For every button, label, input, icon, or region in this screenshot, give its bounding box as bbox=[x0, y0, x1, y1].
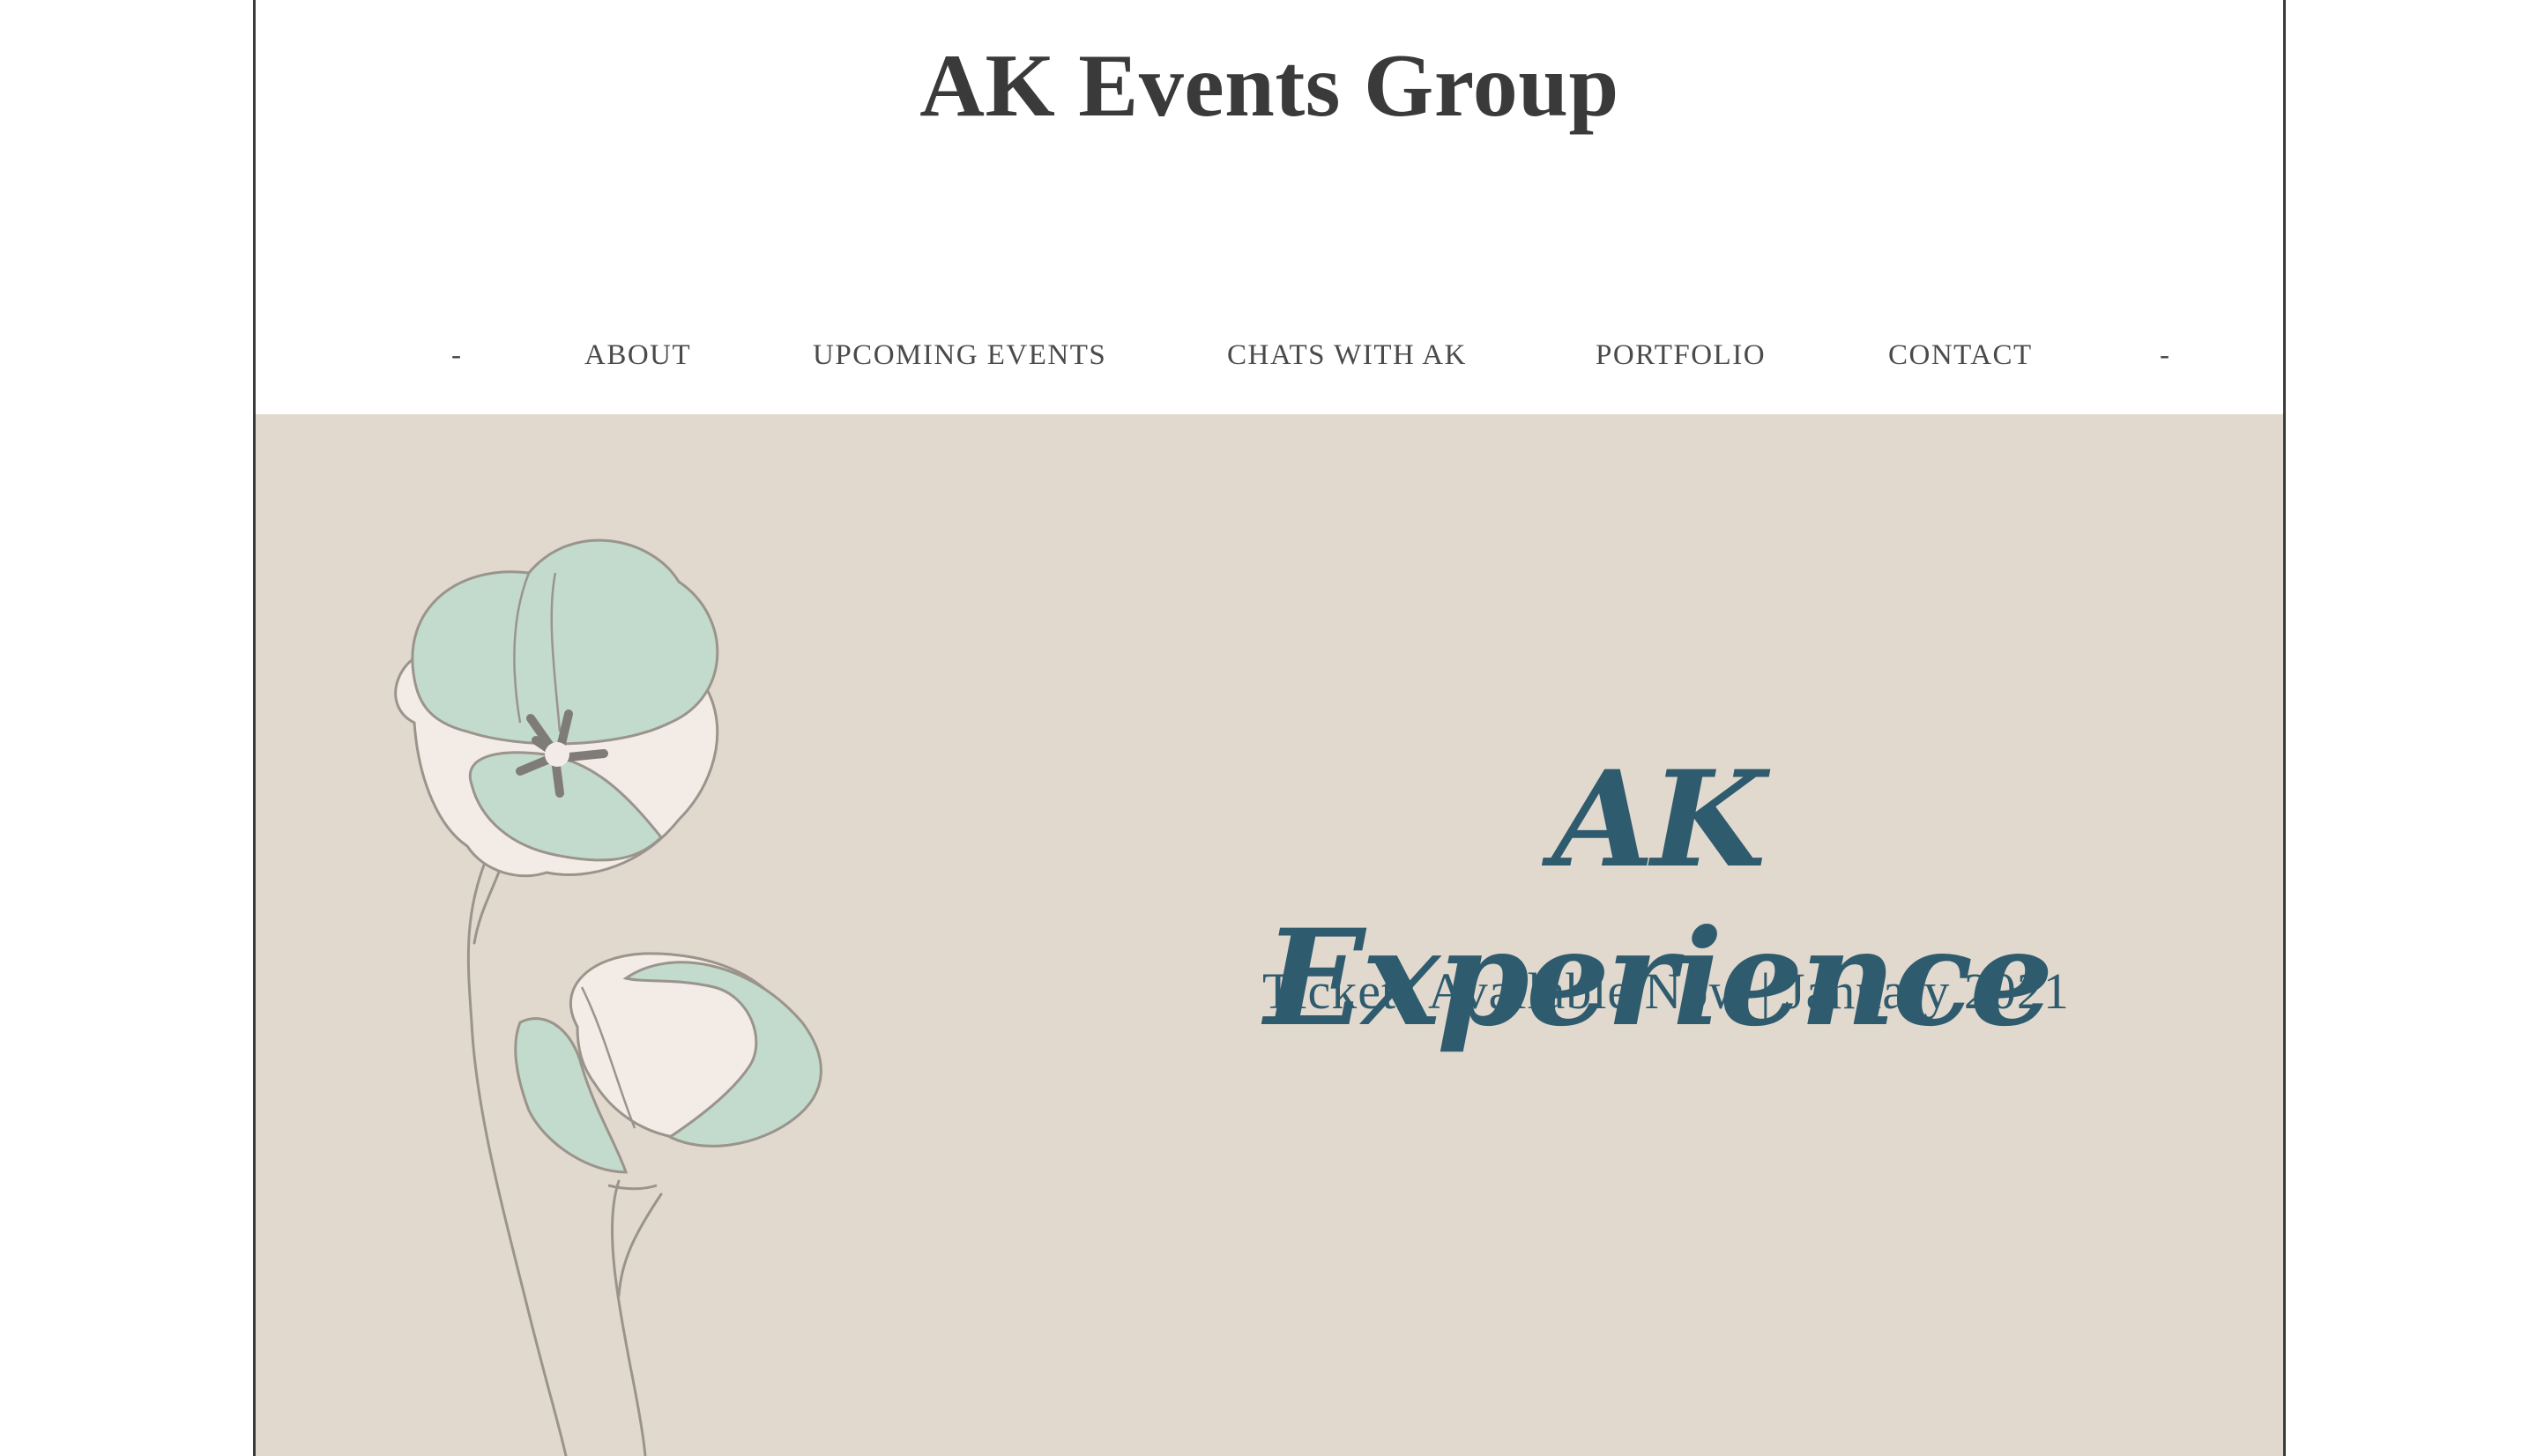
poppy-flowers-illustration bbox=[394, 539, 822, 1456]
nav-separator-left: - bbox=[451, 339, 463, 371]
site-container: AK Events Group - ABOUT UPCOMING EVENTS … bbox=[253, 0, 2286, 1456]
site-title[interactable]: AK Events Group bbox=[256, 33, 2283, 139]
nav-separator-right: - bbox=[2160, 339, 2171, 371]
page: AK Events Group - ABOUT UPCOMING EVENTS … bbox=[0, 0, 2537, 1456]
nav-item-portfolio[interactable]: PORTFOLIO bbox=[1596, 333, 1766, 377]
nav-item-contact[interactable]: CONTACT bbox=[1888, 333, 2033, 377]
nav-item-upcoming-events[interactable]: UPCOMING EVENTS bbox=[813, 333, 1106, 377]
nav-item-about[interactable]: ABOUT bbox=[584, 333, 691, 377]
main-nav: - ABOUT UPCOMING EVENTS CHATS WITH AK PO… bbox=[256, 333, 2283, 377]
event-tagline[interactable]: Tickets Available Now | January 2021 bbox=[1049, 956, 2283, 1027]
nav-item-chats-with-ak[interactable]: CHATS WITH AK bbox=[1227, 333, 1467, 377]
hero-banner: AK Experience Tickets Available Now | Ja… bbox=[256, 414, 2283, 1456]
